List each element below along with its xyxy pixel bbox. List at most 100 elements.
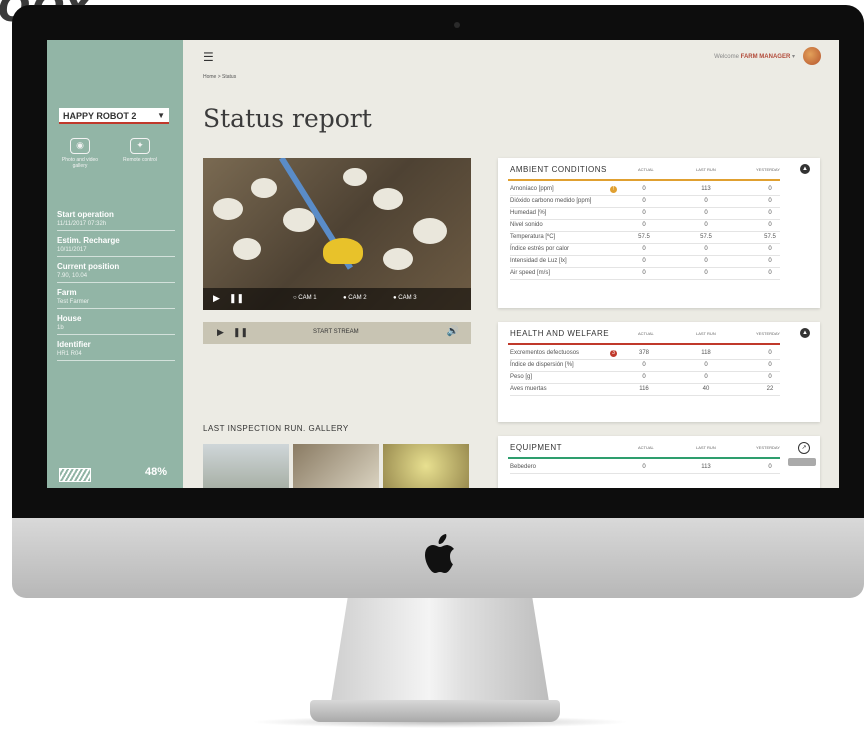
value-actual: 0 xyxy=(642,464,646,470)
panel-header: AMBIENT CONDITIONS ACTUAL LAST RUN YESTE… xyxy=(498,158,820,178)
cam-2-option[interactable]: ● CAM 2 xyxy=(343,295,367,301)
app-screen: HAPPY ROBOT 2 ▼ ◉ Photo and video galler… xyxy=(47,40,839,488)
row-label: Aves muertas xyxy=(510,386,547,392)
info-house: House 1b xyxy=(57,314,175,335)
value-yesterday: 0 xyxy=(768,362,772,368)
gallery-thumbnail[interactable] xyxy=(203,444,289,488)
value-last-run: 118 xyxy=(701,350,711,356)
equipment-panel: EQUIPMENT ACTUAL LAST RUN YESTERDAY ↗ Be… xyxy=(498,436,820,488)
value-yesterday: 0 xyxy=(768,374,772,380)
info-value: Test Farmer xyxy=(57,299,90,305)
stream-controls: ▶ ❚❚ START STREAM 🔊 xyxy=(203,322,471,344)
cam-1-option[interactable]: ○ CAM 1 xyxy=(293,295,317,301)
col-last-run: LAST RUN xyxy=(696,445,716,450)
pause-icon[interactable]: ❚❚ xyxy=(233,327,248,338)
alert-badge[interactable]: 3 xyxy=(610,350,617,357)
table-row: Nivel sonido 0 0 0 xyxy=(510,220,780,232)
col-actual: ACTUAL xyxy=(638,331,654,336)
value-actual: 0 xyxy=(642,186,646,192)
play-icon[interactable]: ▶ xyxy=(217,327,224,338)
cam-2-label: CAM 2 xyxy=(348,295,367,301)
pause-icon[interactable]: ❚❚ xyxy=(229,293,244,304)
chevron-down-icon[interactable]: ▾ xyxy=(792,54,795,60)
info-value: 11/11/2017 07:32h xyxy=(57,221,107,227)
video-player[interactable]: ▶ ❚❚ ○ CAM 1 ● CAM 2 ● CAM 3 xyxy=(203,158,471,310)
breadcrumb: Home > Status xyxy=(203,74,237,80)
value-actual: 0 xyxy=(642,210,646,216)
table-row: Dióxido carbono medido [ppm] 0 0 0 xyxy=(510,196,780,208)
value-yesterday: 57.5 xyxy=(764,234,776,240)
value-yesterday: 0 xyxy=(768,222,772,228)
gallery-thumbnail[interactable] xyxy=(383,444,469,488)
value-actual: 57.5 xyxy=(638,234,650,240)
cam-3-option[interactable]: ● CAM 3 xyxy=(393,295,417,301)
chick-image xyxy=(213,198,243,220)
chick-image xyxy=(283,208,315,232)
battery-percentage: 48% xyxy=(145,466,168,478)
volume-icon[interactable]: 🔊 xyxy=(447,326,459,337)
value-last-run: 0 xyxy=(704,246,708,252)
info-label: Farm xyxy=(57,288,77,297)
value-actual: 0 xyxy=(642,258,646,264)
value-last-run: 0 xyxy=(704,198,708,204)
robot-select-value: HAPPY ROBOT 2 xyxy=(63,111,137,121)
row-label: Temperatura [ºC] xyxy=(510,234,556,240)
panel-accent-line xyxy=(508,343,780,345)
table-row: Intensidad de Luz [lx] 0 0 0 xyxy=(510,256,780,268)
table-row: Índice estrés por calor 0 0 0 xyxy=(510,244,780,256)
gamepad-icon: ✦ xyxy=(130,138,150,154)
info-value: 1b xyxy=(57,325,64,331)
tooltip xyxy=(788,458,816,466)
hamburger-menu-icon[interactable]: ☰ xyxy=(203,50,214,64)
start-stream-button[interactable]: START STREAM xyxy=(313,329,359,335)
gallery-title: LAST INSPECTION RUN. GALLERY xyxy=(203,424,349,433)
table-row: Amoníaco [ppm] 0 113 0! xyxy=(510,184,780,196)
video-controls: ▶ ❚❚ ○ CAM 1 ● CAM 2 ● CAM 3 xyxy=(203,288,471,310)
robot-select[interactable]: HAPPY ROBOT 2 ▼ xyxy=(59,108,169,124)
info-farm: Farm Test Farmer xyxy=(57,288,175,309)
avatar[interactable] xyxy=(803,47,821,65)
equipment-rows: Bebedero 0 113 0 xyxy=(510,462,780,474)
col-yesterday: YESTERDAY xyxy=(756,331,780,336)
info-label: Estim. Recharge xyxy=(57,236,120,245)
panel-title: AMBIENT CONDITIONS xyxy=(510,165,607,174)
panel-accent-line xyxy=(508,179,780,181)
row-label: Índice estrés por calor xyxy=(510,246,570,252)
expand-icon[interactable]: ▲ xyxy=(800,164,810,174)
value-last-run: 0 xyxy=(704,210,708,216)
user-name[interactable]: FARM MANAGER xyxy=(741,54,791,60)
cursor-hover-icon[interactable]: ↗ xyxy=(798,442,810,454)
alert-badge[interactable]: ! xyxy=(610,186,617,193)
welcome-text: Welcome FARM MANAGER ▾ xyxy=(714,53,795,60)
value-actual: 0 xyxy=(642,362,646,368)
table-row: Bebedero 0 113 0 xyxy=(510,462,780,474)
info-label: Identifier xyxy=(57,340,91,349)
chick-image xyxy=(343,168,367,186)
expand-icon[interactable]: ▲ xyxy=(800,328,810,338)
value-last-run: 0 xyxy=(704,374,708,380)
value-last-run: 0 xyxy=(704,258,708,264)
health-welfare-panel: HEALTH AND WELFARE ACTUAL LAST RUN YESTE… xyxy=(498,322,820,422)
value-last-run: 113 xyxy=(701,464,711,470)
value-yesterday: 0 xyxy=(768,258,772,264)
value-yesterday: 0 xyxy=(768,464,772,470)
remote-control-quick-action[interactable]: ✦ Remote control xyxy=(115,138,165,163)
table-row: Humedad [%] 0 0 0 xyxy=(510,208,780,220)
table-row: Temperatura [ºC] 57.5 57.5 57.5 xyxy=(510,232,780,244)
info-value: 7.90, 10.04 xyxy=(57,273,88,279)
info-label: Current position xyxy=(57,262,120,271)
health-rows: Excrementos defectuosos 378 118 0 3 Índice de… xyxy=(510,348,780,396)
gallery-thumbnail[interactable] xyxy=(293,444,379,488)
chick-image xyxy=(413,218,447,244)
play-icon[interactable]: ▶ xyxy=(213,293,220,304)
value-last-run: 0 xyxy=(704,362,708,368)
value-actual: 0 xyxy=(642,198,646,204)
chick-image xyxy=(383,248,413,270)
info-current-position: Current position 7.90, 10.04 xyxy=(57,262,175,283)
col-yesterday: YESTERDAY xyxy=(756,167,780,172)
gallery-quick-action[interactable]: ◉ Photo and video gallery xyxy=(55,138,105,169)
chevron-down-icon: ▼ xyxy=(157,111,165,120)
gallery-quick-label: Photo and video gallery xyxy=(61,157,99,169)
apple-logo-icon xyxy=(425,534,454,573)
value-actual: 0 xyxy=(642,222,646,228)
